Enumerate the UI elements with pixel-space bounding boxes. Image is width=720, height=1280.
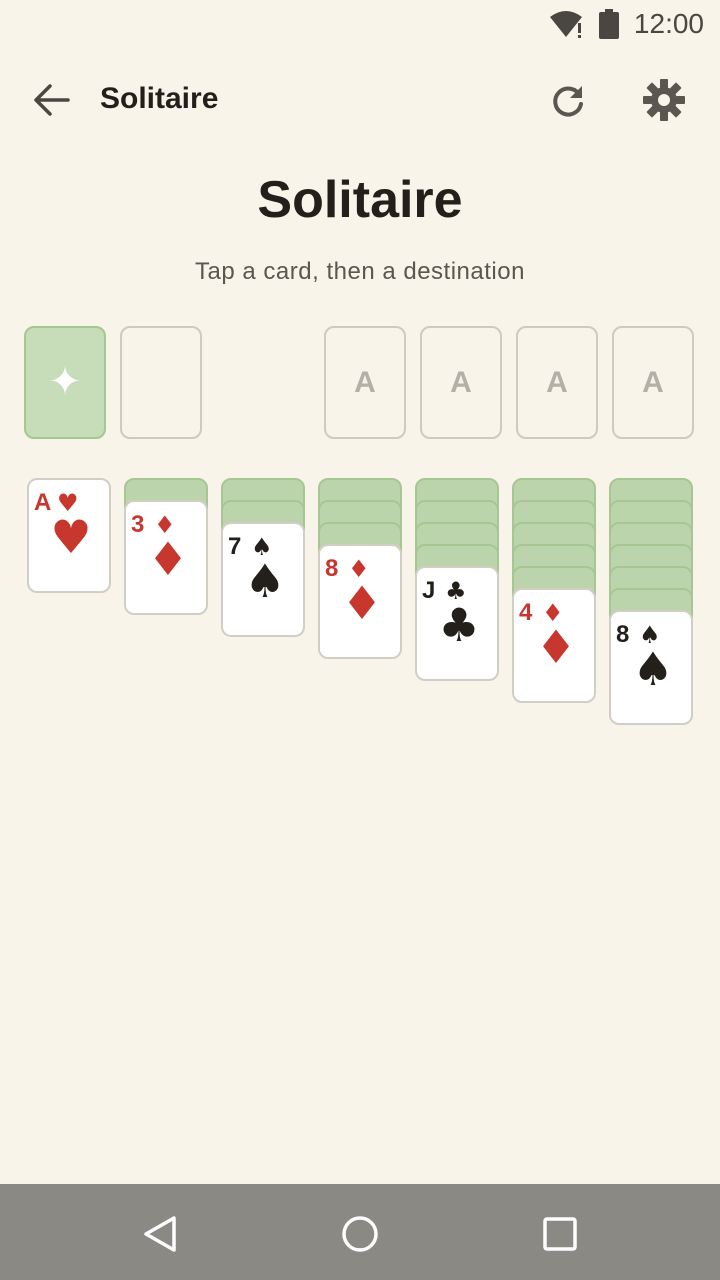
faceup-card[interactable]: J ♣ ♣: [415, 566, 499, 681]
faceup-card[interactable]: 8 ♠ ♠: [609, 610, 693, 725]
card-suit-large: ♣: [438, 598, 480, 652]
restart-icon[interactable]: [544, 76, 592, 124]
foundation-label: A: [546, 366, 568, 399]
foundation-label: A: [354, 366, 376, 399]
app-bar: Solitaire: [0, 60, 720, 140]
page-heading: Solitaire: [257, 171, 463, 229]
instruction-text: Tap a card, then a destination: [195, 258, 525, 285]
faceup-card[interactable]: 8 ♦ ♦: [318, 544, 402, 659]
foundation-3[interactable]: A: [516, 326, 598, 439]
waste-pile[interactable]: [120, 326, 202, 439]
foundation-2[interactable]: A: [420, 326, 502, 439]
recents-square-icon[interactable]: [538, 1212, 582, 1256]
foundation-label: A: [450, 366, 472, 399]
card-suit-large: ♦: [535, 620, 577, 674]
foundation-label: A: [642, 366, 664, 399]
back-triangle-icon[interactable]: [138, 1212, 182, 1256]
card-suit-large: ♦: [147, 532, 189, 586]
status-time: 12:00: [633, 8, 704, 39]
wifi-alert-icon: [550, 11, 582, 38]
foundation-1[interactable]: A: [324, 326, 406, 439]
card-suit-large: ♠: [244, 554, 286, 608]
card-suit-large: ♥: [50, 510, 92, 564]
card-suit-large: ♦: [341, 576, 383, 630]
gear-icon[interactable]: [640, 76, 688, 124]
navigation-bar: [0, 1184, 720, 1280]
faceup-card[interactable]: 4 ♦ ♦: [512, 588, 596, 703]
battery-icon: [599, 9, 619, 39]
stock-pile[interactable]: ✦: [24, 326, 106, 439]
back-arrow-icon[interactable]: [28, 78, 76, 122]
foundation-4[interactable]: A: [612, 326, 694, 439]
faceup-card[interactable]: 3 ♦ ♦: [124, 500, 208, 615]
app-title: Solitaire: [100, 82, 219, 115]
faceup-card[interactable]: 7 ♠ ♠: [221, 522, 305, 637]
faceup-card[interactable]: A ♥ ♥: [27, 478, 111, 593]
sparkle-icon: ✦: [48, 359, 82, 405]
home-circle-icon[interactable]: [338, 1212, 382, 1256]
card-suit-large: ♠: [632, 642, 674, 696]
status-bar: 12:00: [0, 0, 720, 48]
